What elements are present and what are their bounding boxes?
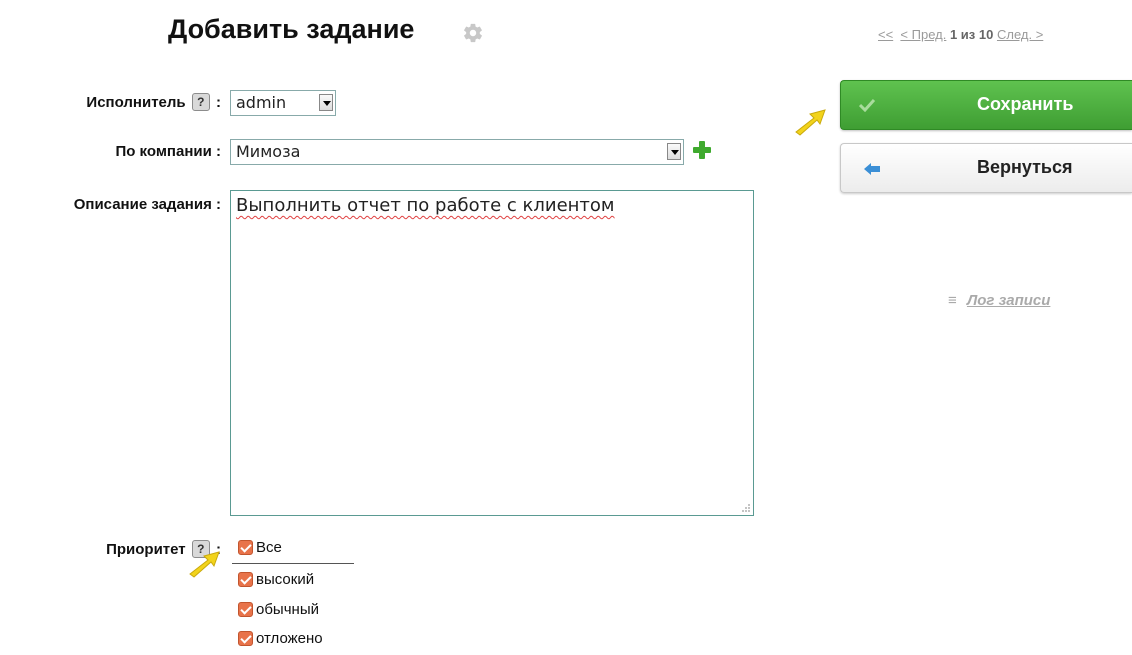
executor-label: Исполнитель: [86, 93, 186, 111]
description-label: Описание задания :: [73, 196, 221, 213]
log-link[interactable]: ≡ Лог записи: [948, 292, 1050, 309]
company-label: По компании :: [115, 143, 221, 160]
priority-option-label: Все: [256, 539, 282, 556]
priority-option-label: высокий: [256, 571, 315, 588]
pager: << < Пред. 1 из 10 След. >: [878, 27, 1043, 42]
gear-icon[interactable]: [462, 22, 484, 44]
save-button-label: Сохранить: [977, 94, 1074, 114]
company-select-value: Мимоза: [236, 142, 301, 161]
pager-count: 1 из 10: [949, 27, 994, 42]
priority-label: Приоритет: [106, 540, 186, 558]
pointer-arrow-icon: [189, 551, 220, 578]
pager-first-link[interactable]: <<: [878, 27, 893, 42]
checkbox-checked-icon[interactable]: [238, 540, 253, 555]
add-company-icon[interactable]: [692, 140, 712, 160]
company-select[interactable]: Мимоза: [230, 139, 684, 165]
chevron-down-icon[interactable]: [319, 94, 333, 111]
checkmark-icon: [859, 98, 875, 112]
priority-option-postponed[interactable]: отложено: [238, 630, 323, 647]
priority-option-high[interactable]: высокий: [238, 571, 314, 588]
resize-grip-icon[interactable]: [741, 503, 751, 513]
list-icon: ≡: [948, 292, 957, 309]
chevron-down-icon[interactable]: [667, 143, 681, 160]
priority-option-all[interactable]: Все: [238, 539, 282, 556]
back-button-label: Вернуться: [977, 157, 1073, 177]
executor-label-row: Исполнитель ? :: [86, 93, 221, 113]
page-title: Добавить задание: [168, 14, 415, 44]
arrow-left-icon: [864, 163, 880, 175]
save-button[interactable]: Сохранить: [840, 80, 1132, 130]
help-icon[interactable]: ?: [191, 93, 210, 111]
description-textarea[interactable]: Выполнить отчет по работе с клиентом: [230, 190, 754, 516]
back-button[interactable]: Вернуться: [840, 143, 1132, 193]
divider: [232, 563, 354, 564]
priority-option-label: обычный: [256, 601, 319, 618]
checkbox-checked-icon[interactable]: [238, 572, 253, 587]
checkbox-checked-icon[interactable]: [238, 602, 253, 617]
pointer-arrow-icon: [795, 109, 826, 136]
checkbox-checked-icon[interactable]: [238, 631, 253, 646]
pager-next-link[interactable]: След. >: [997, 27, 1043, 42]
executor-select[interactable]: admin: [230, 90, 336, 116]
executor-select-value: admin: [236, 93, 287, 112]
pager-prev-link[interactable]: < Пред.: [900, 27, 946, 42]
priority-option-label: отложено: [256, 630, 323, 647]
executor-colon: :: [216, 93, 221, 111]
priority-option-normal[interactable]: обычный: [238, 601, 319, 618]
description-text: Выполнить отчет по работе с клиентом: [236, 195, 615, 216]
log-link-label: Лог записи: [966, 292, 1051, 309]
